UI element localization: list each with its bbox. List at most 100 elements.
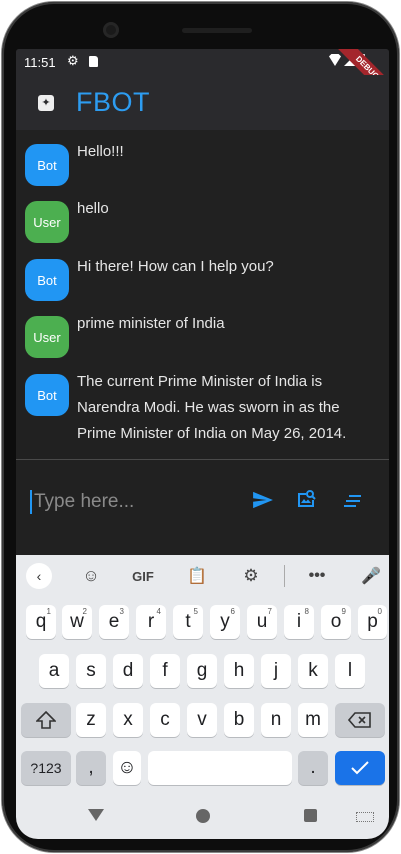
checkmark-icon bbox=[351, 761, 369, 775]
backspace-key[interactable] bbox=[335, 703, 385, 737]
key-i[interactable]: i8 bbox=[284, 605, 314, 639]
message-bot: Bot Hi there! How can I help you? bbox=[25, 258, 377, 301]
key-label: t bbox=[185, 611, 191, 632]
status-bar: 11:51 ⚙ DEBUG bbox=[16, 49, 389, 102]
key-label: e bbox=[108, 611, 120, 632]
message-text: Hello!!! bbox=[77, 143, 124, 160]
key-f[interactable]: f bbox=[150, 654, 180, 688]
key-u[interactable]: u7 bbox=[247, 605, 277, 639]
key-e[interactable]: e3 bbox=[99, 605, 129, 639]
key-g[interactable]: g bbox=[187, 654, 217, 688]
app-title: FBOT bbox=[76, 87, 150, 117]
emoji-icon: ☺ bbox=[117, 757, 137, 778]
message-bot: Bot The current Prime Minister of India … bbox=[25, 373, 377, 447]
symbols-key[interactable]: ?123 bbox=[21, 751, 71, 785]
toolbar-divider bbox=[283, 555, 285, 597]
keyboard-switch-icon[interactable] bbox=[356, 812, 374, 822]
chevron-left-icon: ‹ bbox=[26, 563, 52, 589]
key-label: r bbox=[147, 611, 155, 632]
more-icon[interactable]: ••• bbox=[302, 555, 332, 597]
input-bar: Type here... bbox=[16, 460, 389, 555]
emoji-key[interactable]: ☺ bbox=[113, 751, 141, 785]
key-hint: 4 bbox=[156, 607, 161, 616]
wifi-icon bbox=[329, 54, 341, 66]
send-icon[interactable] bbox=[252, 491, 274, 509]
key-z[interactable]: z bbox=[76, 703, 106, 737]
space-key[interactable] bbox=[148, 751, 292, 785]
key-label: o bbox=[330, 611, 342, 632]
key-hint: 2 bbox=[82, 607, 87, 616]
speaker bbox=[182, 28, 252, 33]
key-label: u bbox=[256, 611, 268, 632]
key-q[interactable]: q1 bbox=[26, 605, 56, 639]
message-input[interactable]: Type here... bbox=[34, 491, 134, 513]
nav-back-icon[interactable] bbox=[88, 809, 104, 821]
key-v[interactable]: v bbox=[187, 703, 217, 737]
key-hint: 8 bbox=[304, 607, 309, 616]
clipboard-icon[interactable]: 📋 bbox=[182, 555, 212, 597]
key-m[interactable]: m bbox=[298, 703, 328, 737]
key-n[interactable]: n bbox=[261, 703, 291, 737]
message-user: User hello bbox=[25, 200, 377, 243]
key-hint: 6 bbox=[230, 607, 235, 616]
camera bbox=[103, 22, 119, 38]
shift-icon bbox=[36, 711, 56, 729]
enter-key[interactable] bbox=[335, 751, 385, 785]
microphone-icon[interactable]: 🎤 bbox=[356, 555, 386, 597]
key-y[interactable]: y6 bbox=[210, 605, 240, 639]
nav-recents-icon[interactable] bbox=[304, 809, 317, 822]
sticker-icon[interactable]: ☺ bbox=[76, 555, 106, 597]
key-h[interactable]: h bbox=[224, 654, 254, 688]
image-search-icon[interactable] bbox=[296, 489, 316, 509]
shift-key[interactable] bbox=[21, 703, 71, 737]
message-user: User prime minister of India bbox=[25, 315, 377, 358]
key-o[interactable]: o9 bbox=[321, 605, 351, 639]
bot-avatar: Bot bbox=[25, 259, 69, 301]
keyboard-back-button[interactable]: ‹ bbox=[24, 555, 54, 597]
gear-icon[interactable]: ⚙ bbox=[236, 555, 266, 597]
keyboard-toolbar: ‹ ☺ GIF 📋 ⚙ ••• 🎤 bbox=[16, 555, 389, 597]
key-c[interactable]: c bbox=[150, 703, 180, 737]
text-cursor bbox=[30, 490, 32, 514]
key-j[interactable]: j bbox=[261, 654, 291, 688]
key-l[interactable]: l bbox=[335, 654, 365, 688]
key-hint: 5 bbox=[193, 607, 198, 616]
system-nav-bar bbox=[16, 792, 389, 839]
key-s[interactable]: s bbox=[76, 654, 106, 688]
key-p[interactable]: p0 bbox=[358, 605, 387, 639]
sd-card-icon bbox=[89, 56, 98, 67]
period-key[interactable]: . bbox=[298, 751, 328, 785]
key-t[interactable]: t5 bbox=[173, 605, 203, 639]
list-icon[interactable] bbox=[343, 493, 363, 509]
message-text: prime minister of India bbox=[77, 315, 225, 332]
message-text: hello bbox=[77, 200, 109, 217]
settings-icon: ⚙ bbox=[67, 53, 79, 68]
message-bot: Bot Hello!!! bbox=[25, 143, 377, 186]
keyboard: ‹ ☺ GIF 📋 ⚙ ••• 🎤 q1 w2 e3 r4 t5 y6 u7 i… bbox=[16, 555, 389, 792]
comma-key[interactable]: , bbox=[76, 751, 106, 785]
bot-avatar: Bot bbox=[25, 374, 69, 416]
app-bar: ✦ FBOT bbox=[16, 75, 389, 130]
key-r[interactable]: r4 bbox=[136, 605, 166, 639]
key-label: p bbox=[367, 611, 378, 632]
key-b[interactable]: b bbox=[224, 703, 254, 737]
message-list: Bot Hello!!! User hello Bot Hi there! Ho… bbox=[16, 130, 389, 458]
nav-home-icon[interactable] bbox=[196, 809, 210, 823]
key-x[interactable]: x bbox=[113, 703, 143, 737]
bot-avatar: Bot bbox=[25, 144, 69, 186]
key-hint: 3 bbox=[119, 607, 124, 616]
key-d[interactable]: d bbox=[113, 654, 143, 688]
key-label: i bbox=[296, 611, 302, 632]
key-a[interactable]: a bbox=[39, 654, 69, 688]
key-label: y bbox=[220, 611, 230, 632]
status-time: 11:51 bbox=[24, 55, 56, 70]
key-w[interactable]: w2 bbox=[62, 605, 92, 639]
user-avatar: User bbox=[25, 201, 69, 243]
message-text: Hi there! How can I help you? bbox=[77, 258, 274, 275]
gif-button[interactable]: GIF bbox=[126, 555, 160, 597]
auto-awesome-icon: ✦ bbox=[38, 94, 54, 111]
key-label: q bbox=[35, 611, 47, 632]
key-k[interactable]: k bbox=[298, 654, 328, 688]
key-hint: 0 bbox=[377, 607, 382, 616]
user-avatar: User bbox=[25, 316, 69, 358]
